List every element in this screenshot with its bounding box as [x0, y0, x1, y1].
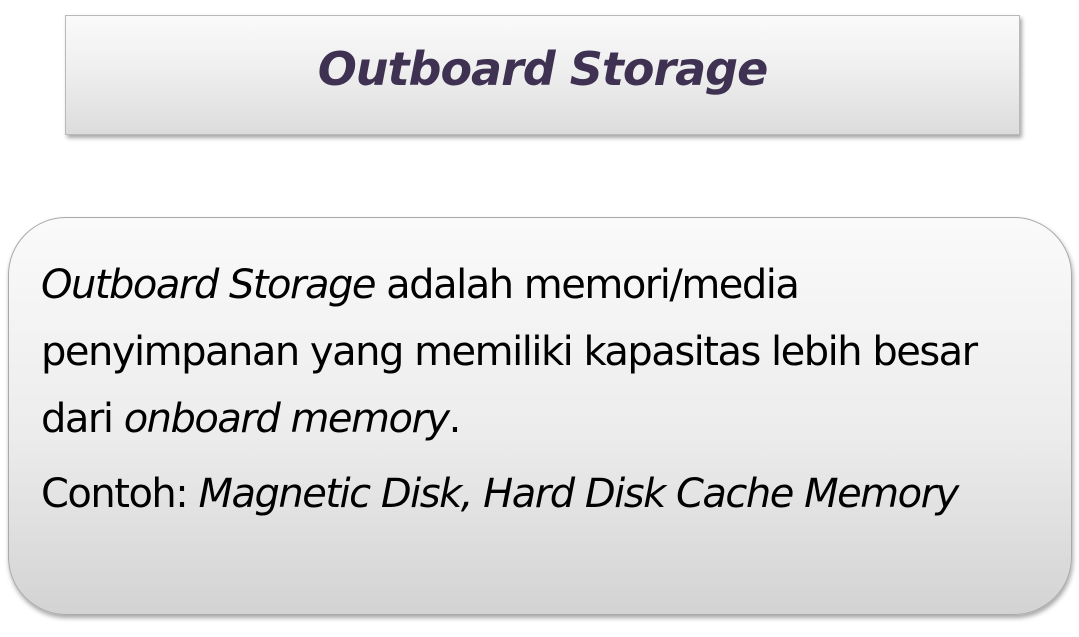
title-banner: Outboard Storage: [65, 15, 1020, 135]
definition-paragraph: Outboard Storage adalah memori/media pen…: [41, 252, 1051, 453]
content-panel: Outboard Storage adalah memori/media pen…: [8, 217, 1072, 615]
example-label: Contoh:: [41, 471, 199, 517]
example-items: Magnetic Disk, Hard Disk Cache Memory: [198, 471, 959, 517]
definition-end: .: [448, 396, 462, 442]
example-paragraph: Contoh: Magnetic Disk, Hard Disk Cache M…: [41, 461, 1051, 528]
definition-emphasis: onboard memory: [123, 396, 450, 442]
slide-title: Outboard Storage: [317, 42, 769, 96]
definition-term: Outboard Storage: [41, 262, 376, 308]
